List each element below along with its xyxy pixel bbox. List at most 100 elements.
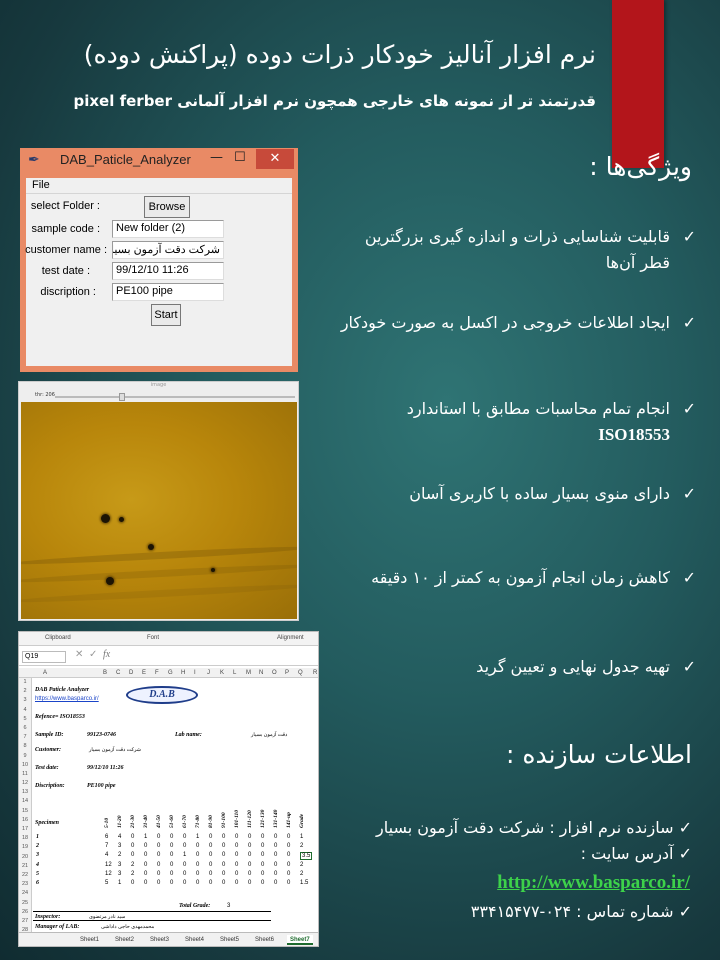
table-cell[interactable]: 0 [235,862,238,868]
row-number[interactable]: 20 [19,853,31,862]
browse-button[interactable]: Browse [144,196,190,218]
table-cell[interactable]: 0 [248,852,251,858]
start-button[interactable]: Start [151,304,181,326]
table-cell[interactable]: 0 [261,843,264,849]
confirm-icon[interactable]: ✓ [89,649,97,660]
row-number[interactable]: 25 [19,899,31,908]
table-cell[interactable]: 0 [274,843,277,849]
customer-name-field[interactable]: شرکت دقت آزمون بسیار [112,241,224,259]
row-number[interactable]: 14 [19,797,31,806]
table-cell[interactable]: 0 [235,880,238,886]
table-cell[interactable]: 1 [183,852,186,858]
table-cell[interactable]: 1 [196,834,199,840]
table-cell[interactable]: 0 [144,871,147,877]
table-cell[interactable]: 0 [222,852,225,858]
table-cell[interactable]: 0 [209,871,212,877]
column-header[interactable]: E [142,670,146,676]
table-cell[interactable]: 0 [248,862,251,868]
table-cell[interactable]: 0 [157,834,160,840]
table-cell[interactable]: 1 [144,834,147,840]
table-cell[interactable]: 0 [183,862,186,868]
table-cell[interactable]: 0 [274,852,277,858]
table-cell[interactable]: 0 [157,871,160,877]
table-cell[interactable]: 0 [222,862,225,868]
maximize-button[interactable]: ☐ [234,150,246,165]
table-cell[interactable]: 0 [287,862,290,868]
table-cell[interactable]: 1.5 [300,880,308,886]
sheet-tab[interactable]: Sheet2 [112,935,137,945]
column-header[interactable]: B [103,670,107,676]
threshold-slider[interactable] [55,396,295,398]
column-header[interactable]: C [116,670,120,676]
table-cell[interactable]: 0 [261,862,264,868]
table-cell[interactable]: 0 [235,843,238,849]
table-cell[interactable]: 0 [287,843,290,849]
table-cell[interactable]: 4 [118,834,121,840]
row-number[interactable]: 3 [19,696,31,705]
column-header[interactable]: K [220,670,224,676]
table-cell[interactable]: 6 [105,834,108,840]
name-box[interactable]: Q19 [22,651,66,663]
table-cell[interactable]: 0 [157,843,160,849]
table-cell[interactable]: 0 [287,880,290,886]
table-cell[interactable]: 0 [196,880,199,886]
table-cell[interactable]: 0 [131,852,134,858]
column-header[interactable]: N [259,670,263,676]
table-cell[interactable]: 0 [183,843,186,849]
table-cell[interactable]: 0 [209,880,212,886]
column-header[interactable]: Q [298,670,303,676]
row-number[interactable]: 8 [19,742,31,751]
table-cell[interactable]: 0 [183,880,186,886]
site-link[interactable]: https://www.basparco.ir/ [35,696,99,702]
table-cell[interactable]: 0 [261,871,264,877]
table-cell[interactable]: 0 [248,843,251,849]
table-cell[interactable]: 0 [209,843,212,849]
column-header[interactable]: I [194,670,196,676]
table-cell[interactable]: 0 [287,871,290,877]
table-cell[interactable]: 0 [274,871,277,877]
row-number[interactable]: 26 [19,908,31,917]
table-cell[interactable]: 0 [248,834,251,840]
table-cell[interactable]: 0 [274,834,277,840]
table-cell[interactable]: 0 [248,871,251,877]
table-cell[interactable]: 0 [261,834,264,840]
column-header[interactable]: L [233,670,236,676]
row-number[interactable]: 4 [19,706,31,715]
row-number[interactable]: 12 [19,779,31,788]
sheet-tab[interactable]: Sheet6 [252,935,277,945]
cancel-icon[interactable]: ✕ [75,649,83,660]
row-number[interactable]: 9 [19,752,31,761]
sheet-tab[interactable]: Sheet1 [77,935,102,945]
table-cell[interactable]: 2 [131,871,134,877]
row-number[interactable]: 17 [19,825,31,834]
row-number[interactable]: 24 [19,889,31,898]
close-button[interactable]: ✕ [256,149,294,169]
column-header[interactable]: A [43,670,47,676]
table-cell[interactable]: 0 [287,852,290,858]
table-cell[interactable]: 0 [261,852,264,858]
discription-field[interactable]: PE100 pipe [112,283,224,301]
table-cell[interactable]: 2 [131,862,134,868]
sheet-tab[interactable]: Sheet7 [287,935,313,945]
table-cell[interactable]: 0 [196,871,199,877]
table-cell[interactable]: 0 [222,871,225,877]
table-cell[interactable]: 0 [144,843,147,849]
row-number[interactable]: 16 [19,816,31,825]
table-cell[interactable]: 0 [170,834,173,840]
table-cell[interactable]: 0 [222,843,225,849]
table-cell[interactable]: 0 [261,880,264,886]
table-cell[interactable]: 0 [157,862,160,868]
column-header[interactable]: R [313,670,317,676]
table-cell[interactable]: 1 [118,880,121,886]
row-number[interactable]: 7 [19,733,31,742]
row-number[interactable]: 6 [19,724,31,733]
row-number[interactable]: 13 [19,788,31,797]
column-header[interactable]: H [181,670,185,676]
row-number[interactable]: 27 [19,917,31,926]
table-cell[interactable]: 0 [274,862,277,868]
menu-file[interactable]: File [32,179,50,191]
table-cell[interactable]: 0 [209,852,212,858]
table-cell[interactable]: 0 [170,843,173,849]
table-cell[interactable]: 3.5 [300,852,313,861]
table-cell[interactable]: 0 [144,862,147,868]
